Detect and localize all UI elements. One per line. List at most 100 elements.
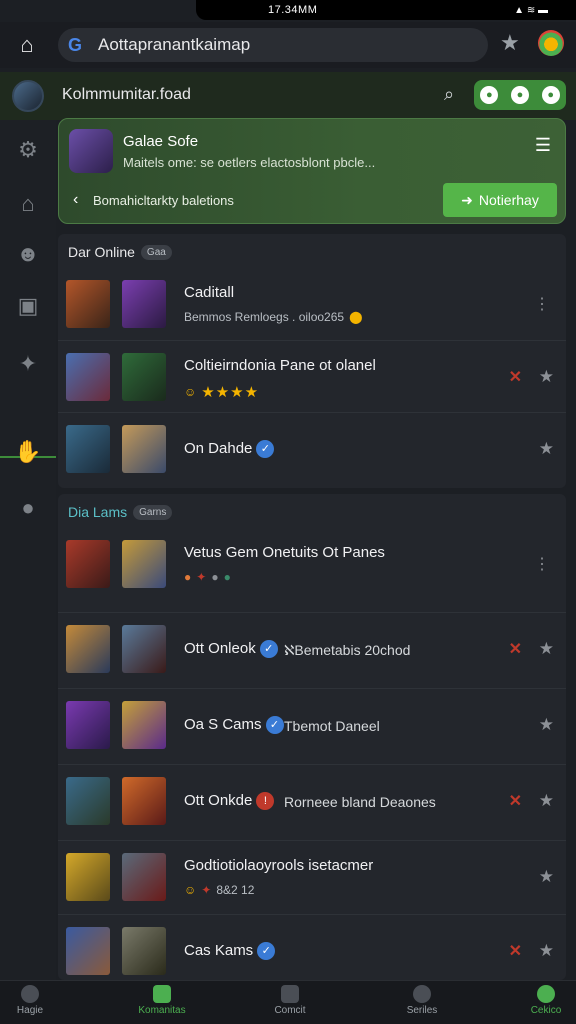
section-tag: Garns (133, 504, 173, 520)
home-icon[interactable]: ⌂ (14, 190, 42, 218)
arrow-right-icon: ➜ (461, 191, 473, 208)
lock-icon[interactable]: ▣ (14, 292, 42, 320)
item-badges: ● ✦ ● ● (184, 570, 231, 584)
list-item[interactable]: Vetus Gem Onetuits Ot Panes ● ✦ ● ● ⋮ (58, 528, 566, 600)
report-icon[interactable]: ✕ (509, 367, 522, 387)
search-icon[interactable]: ⌕ (444, 84, 454, 105)
item-name: On Dahde ✓ (184, 440, 275, 459)
online-section: Dar Online Gaa Caditall Bemmos Remloegs … (58, 234, 566, 488)
tab-series[interactable]: Seriles (386, 985, 458, 1016)
item-name: Ott Onleok ✓ (184, 640, 278, 659)
badge-icon: ✦ (201, 883, 212, 897)
item-name: Cas Kams ✓ (184, 942, 276, 961)
gamepad-icon[interactable]: ✦ (14, 350, 42, 378)
item-name: Coltieirndonia Pane ot olanel (184, 357, 376, 374)
item-subtitle: ☺ ✦ 8&2 12 (184, 883, 255, 897)
list-item[interactable]: Caditall Bemmos Remloegs . oiloo265 ⬤ ⋮ (58, 268, 566, 340)
star-icon[interactable]: ★ (539, 791, 554, 811)
communities-icon (153, 985, 171, 1003)
star-icon[interactable]: ★ (539, 715, 554, 735)
list-item[interactable]: Ott Onleok ✓ ℵBemetabis 20chod ✕ ★ (58, 612, 566, 684)
game-thumbnail (66, 701, 110, 749)
featured-banner: Galae Sofe Maitels ome: se oetlers elact… (58, 118, 566, 224)
section-heading: Dia Lams Garns (68, 504, 173, 520)
game-thumbnail (66, 425, 110, 473)
home-icon[interactable]: ⌂ (14, 32, 40, 58)
star-icon[interactable]: ★ (539, 439, 554, 459)
item-rating: ☺ ★★★★ (184, 384, 260, 401)
verified-icon: ✓ (256, 440, 275, 459)
report-icon[interactable]: ✕ (509, 941, 522, 961)
more-icon[interactable]: ⋮ (534, 294, 550, 314)
tab-contact[interactable]: Comcit (254, 985, 326, 1016)
status-icons: ▲ ≋ ▬ (514, 4, 548, 16)
game-thumbnail (122, 425, 166, 473)
game-thumbnail (66, 853, 110, 901)
avatar[interactable] (12, 80, 44, 112)
chat-icon[interactable]: ● (510, 86, 529, 104)
chat-icon[interactable]: ● (14, 494, 42, 522)
report-icon[interactable]: ✕ (509, 791, 522, 811)
status-time: 17.34MM (268, 4, 318, 16)
game-thumbnail (122, 927, 166, 975)
game-thumbnail (66, 777, 110, 825)
coin-icon: ⬤ (349, 310, 363, 324)
section-heading: Dar Online Gaa (68, 244, 172, 260)
game-thumbnail (122, 540, 166, 588)
chat-icon[interactable]: ● (541, 86, 560, 104)
list-item[interactable]: Coltieirndonia Pane ot olanel ☺ ★★★★ ✕ ★ (58, 340, 566, 412)
chevron-left-icon[interactable]: ‹ (73, 191, 78, 209)
list-item[interactable]: On Dahde ✓ ★ (58, 412, 566, 484)
banner-button[interactable]: ➜ Notierhay (443, 183, 557, 217)
tab-communities[interactable]: Komanitas (126, 985, 198, 1016)
bookmark-star-icon[interactable]: ★ (500, 30, 520, 56)
menu-icon[interactable]: ☰ (535, 135, 551, 156)
status-bar: 17.34MM ▲ ≋ ▬ (196, 0, 576, 20)
chat-icon[interactable]: ● (480, 86, 499, 104)
site-header: Kolmmumitar.foad ⌕ ● ● ● (0, 72, 576, 120)
section-tag: Gaa (140, 244, 172, 260)
browser-bar: ⌂ G Aottapranantkaimap ★ (0, 22, 576, 68)
badge-icon: ✦ (196, 570, 207, 584)
extension-icon[interactable] (538, 30, 564, 56)
badge-icon: ● (211, 570, 219, 584)
contact-icon (281, 985, 299, 1003)
star-icon[interactable]: ★ (539, 639, 554, 659)
star-icon[interactable]: ★ (539, 867, 554, 887)
friends-icon[interactable]: ☻ (14, 240, 42, 268)
game-thumbnail (66, 540, 110, 588)
item-name: Caditall (184, 284, 235, 301)
item-name: Vetus Gem Onetuits Ot Panes (184, 544, 385, 561)
emoji-icon: ☺ (184, 883, 197, 897)
url-field[interactable]: G Aottapranantkaimap (58, 28, 488, 62)
badge-icon: ● (223, 570, 231, 584)
list-item[interactable]: Oa S Cams ✓ Tbemot Daneel ★ (58, 688, 566, 760)
more-icon[interactable]: ⋮ (534, 554, 550, 574)
url-text: Aottapranantkaimap (98, 35, 251, 54)
report-icon[interactable]: ✕ (509, 639, 522, 659)
bottom-nav: Hagie Komanitas Comcit Seriles Cekico (0, 980, 576, 1024)
list-item[interactable]: Cas Kams ✓ ✕ ★ (58, 914, 566, 986)
game-thumbnail (122, 853, 166, 901)
verified-icon: ✓ (265, 716, 284, 735)
item-description: Rorneee bland Deaones (284, 794, 436, 810)
banner-title: Galae Sofe (123, 133, 199, 150)
star-icon[interactable]: ★ (539, 367, 554, 387)
star-icon[interactable]: ★ (539, 941, 554, 961)
item-description: Tbemot Daneel (284, 718, 380, 734)
series-icon (413, 985, 431, 1003)
banner-link[interactable]: Bomahicltarkty baletions (93, 193, 234, 208)
games-section: Dia Lams Garns Vetus Gem Onetuits Ot Pan… (58, 494, 566, 980)
section-title: Dar Online (68, 244, 135, 260)
tab-search[interactable]: Cekico (510, 985, 576, 1016)
game-thumbnail (66, 353, 110, 401)
banner-subtitle: Maitels ome: se oetlers elactosblont pbc… (123, 155, 376, 170)
google-icon: G (68, 34, 83, 55)
banner-avatar (69, 129, 113, 173)
list-item[interactable]: Ott Onkde! Rorneee bland Deaones ✕ ★ (58, 764, 566, 836)
settings-icon[interactable]: ⚙ (14, 136, 42, 164)
tab-home[interactable]: Hagie (0, 985, 66, 1016)
list-item[interactable]: Godtiotiolaoyrools isetacmer ☺ ✦ 8&2 12 ★ (58, 840, 566, 912)
thumbs-icon[interactable]: ✋ (14, 438, 42, 466)
game-thumbnail (66, 280, 110, 328)
